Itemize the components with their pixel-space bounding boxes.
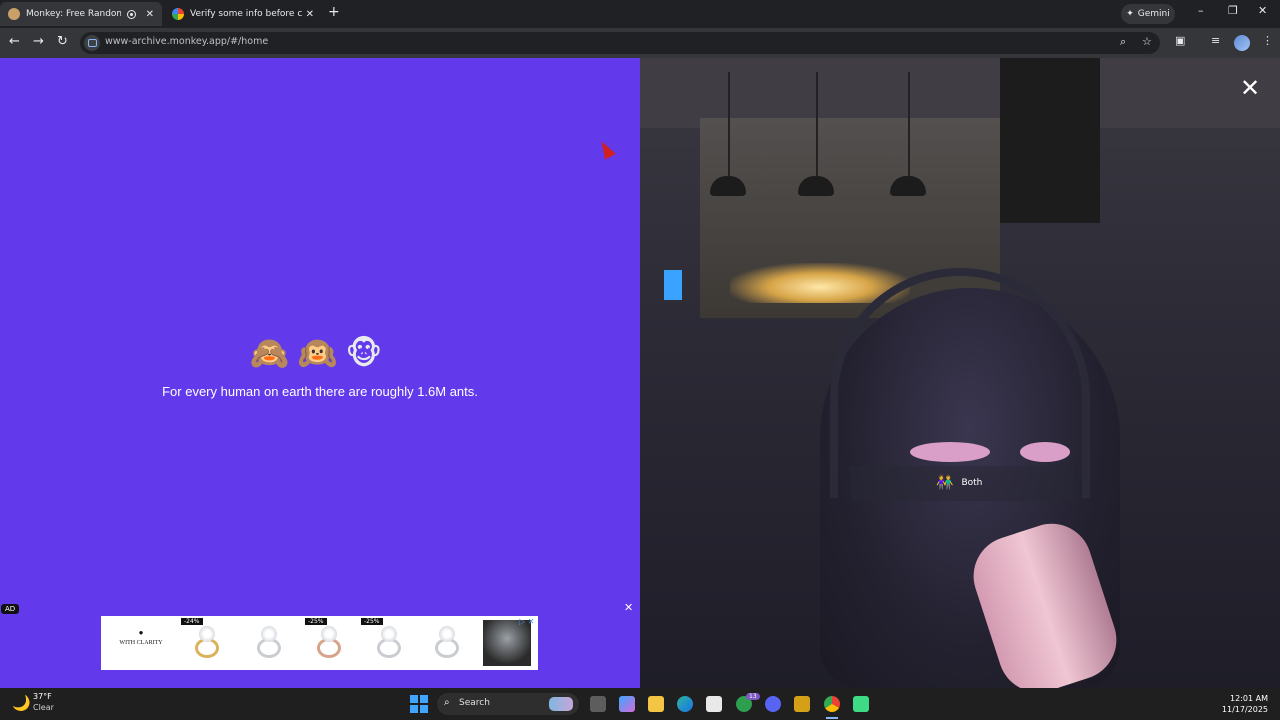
reload-icon[interactable]: ↻ — [57, 34, 68, 49]
search-icon: ⌕ — [444, 697, 450, 708]
recording-icon — [126, 9, 136, 19]
ad-label: AD — [1, 604, 20, 614]
close-tab-icon[interactable]: ✕ — [306, 9, 314, 20]
tab-title: Verify some info before creating — [190, 9, 302, 19]
fun-fact-text: For every human on earth there are rough… — [162, 384, 478, 399]
taskbar-search[interactable]: ⌕ Search — [437, 693, 579, 715]
start-button[interactable] — [410, 695, 428, 713]
monkey-emojis: 🙈🙉🐵 — [249, 334, 391, 372]
close-video-button[interactable]: ✕ — [1240, 74, 1260, 102]
tab-strip: Monkey: Free Random Vide ✕ Verify some i… — [0, 0, 1280, 28]
video-panel: 👫 Both ✕ — [640, 58, 1280, 688]
tab-monkey[interactable]: Monkey: Free Random Vide ✕ — [0, 2, 162, 26]
app-icon[interactable] — [794, 696, 810, 712]
adchoices-icon[interactable]: ▷ ✕ — [519, 617, 534, 626]
video-pendant-cord — [816, 72, 818, 177]
android-app-icon[interactable] — [853, 696, 869, 712]
ad-brand-name: WITH CLARITY — [119, 640, 163, 646]
ad-close-button[interactable]: ✕ — [624, 601, 633, 614]
notification-badge: 13 — [746, 693, 760, 700]
bookmark-star-icon[interactable]: ☆ — [1142, 35, 1152, 48]
gemini-button[interactable]: ✦ Gemini — [1121, 4, 1175, 24]
video-blue-light — [664, 270, 682, 300]
edge-icon[interactable] — [677, 696, 693, 712]
couple-icon: 👫 — [936, 475, 954, 491]
ring-image — [247, 624, 291, 664]
mouse-cursor-icon — [596, 138, 616, 160]
media-control-icon[interactable]: ≡ — [1211, 34, 1220, 47]
clock-date: 11/17/2025 — [1221, 705, 1268, 714]
close-window-button[interactable]: ✕ — [1258, 4, 1267, 17]
restore-button[interactable]: ❐ — [1228, 4, 1238, 17]
moon-icon[interactable]: 🌙 — [12, 694, 31, 712]
ring-image — [307, 624, 351, 664]
new-tab-button[interactable]: + — [328, 4, 340, 20]
video-pendant-cord — [908, 72, 910, 177]
clock-time: 12:01 AM — [1230, 694, 1268, 703]
minimize-button[interactable]: – — [1198, 4, 1204, 17]
forward-icon[interactable]: → — [33, 34, 44, 49]
match-tag: 👫 Both — [936, 475, 982, 491]
ring-image — [367, 624, 411, 664]
ad-brand-logo: ● WITH CLARITY — [119, 628, 163, 646]
search-label: Search — [459, 698, 490, 708]
chrome-icon[interactable] — [824, 696, 840, 712]
site-info-icon[interactable] — [84, 35, 100, 51]
profile-avatar[interactable] — [1234, 35, 1250, 51]
url-text[interactable]: www-archive.monkey.app/#/home — [105, 36, 268, 47]
back-icon[interactable]: ← — [9, 34, 20, 49]
ring-image — [185, 624, 229, 664]
close-tab-icon[interactable]: ✕ — [146, 9, 154, 20]
task-view-icon[interactable] — [590, 696, 606, 712]
zoom-icon[interactable]: ⌕ — [1120, 35, 1126, 49]
necklace-image — [483, 620, 531, 666]
search-highlight-icon — [549, 697, 573, 711]
video-mask-eyes — [1020, 442, 1070, 462]
tab-title: Monkey: Free Random Vide — [26, 9, 121, 19]
video-poster — [1000, 58, 1100, 223]
match-tag-label: Both — [961, 478, 983, 488]
video-mask-eyes — [910, 442, 990, 462]
menu-icon[interactable]: ⋮ — [1262, 34, 1273, 47]
file-explorer-icon[interactable] — [648, 696, 664, 712]
weather-temp[interactable]: 37°F — [33, 692, 52, 701]
system-clock[interactable]: 12:01 AM 11/17/2025 — [1200, 693, 1268, 715]
loading-panel: 🙈🙉🐵 For every human on earth there are r… — [0, 58, 640, 688]
google-favicon-icon — [172, 8, 184, 20]
store-icon[interactable] — [706, 696, 722, 712]
weather-condition[interactable]: Clear — [33, 703, 54, 712]
tab-search-icon[interactable]: ▣ — [1175, 34, 1185, 47]
windows-taskbar: 🌙 37°F Clear ⌕ Search 13 12:01 AM 11/17/… — [0, 688, 1280, 720]
tab-verify[interactable]: Verify some info before creating ✕ — [164, 2, 322, 26]
ring-image — [425, 624, 469, 664]
active-app-indicator — [826, 717, 838, 719]
video-pendant-cord — [728, 72, 730, 177]
browser-toolbar: ← → ↻ www-archive.monkey.app/#/home ⌕ ☆ … — [0, 28, 1280, 58]
discord-icon[interactable] — [765, 696, 781, 712]
monkey-favicon-icon — [8, 8, 20, 20]
copilot-icon[interactable] — [619, 696, 635, 712]
ad-banner[interactable]: ● WITH CLARITY -24% -25% -25% ▷ ✕ — [101, 616, 538, 670]
sparkle-icon: ✦ — [1126, 9, 1134, 19]
gemini-label: Gemini — [1137, 9, 1170, 19]
address-bar[interactable]: www-archive.monkey.app/#/home ⌕ ☆ — [80, 32, 1160, 54]
